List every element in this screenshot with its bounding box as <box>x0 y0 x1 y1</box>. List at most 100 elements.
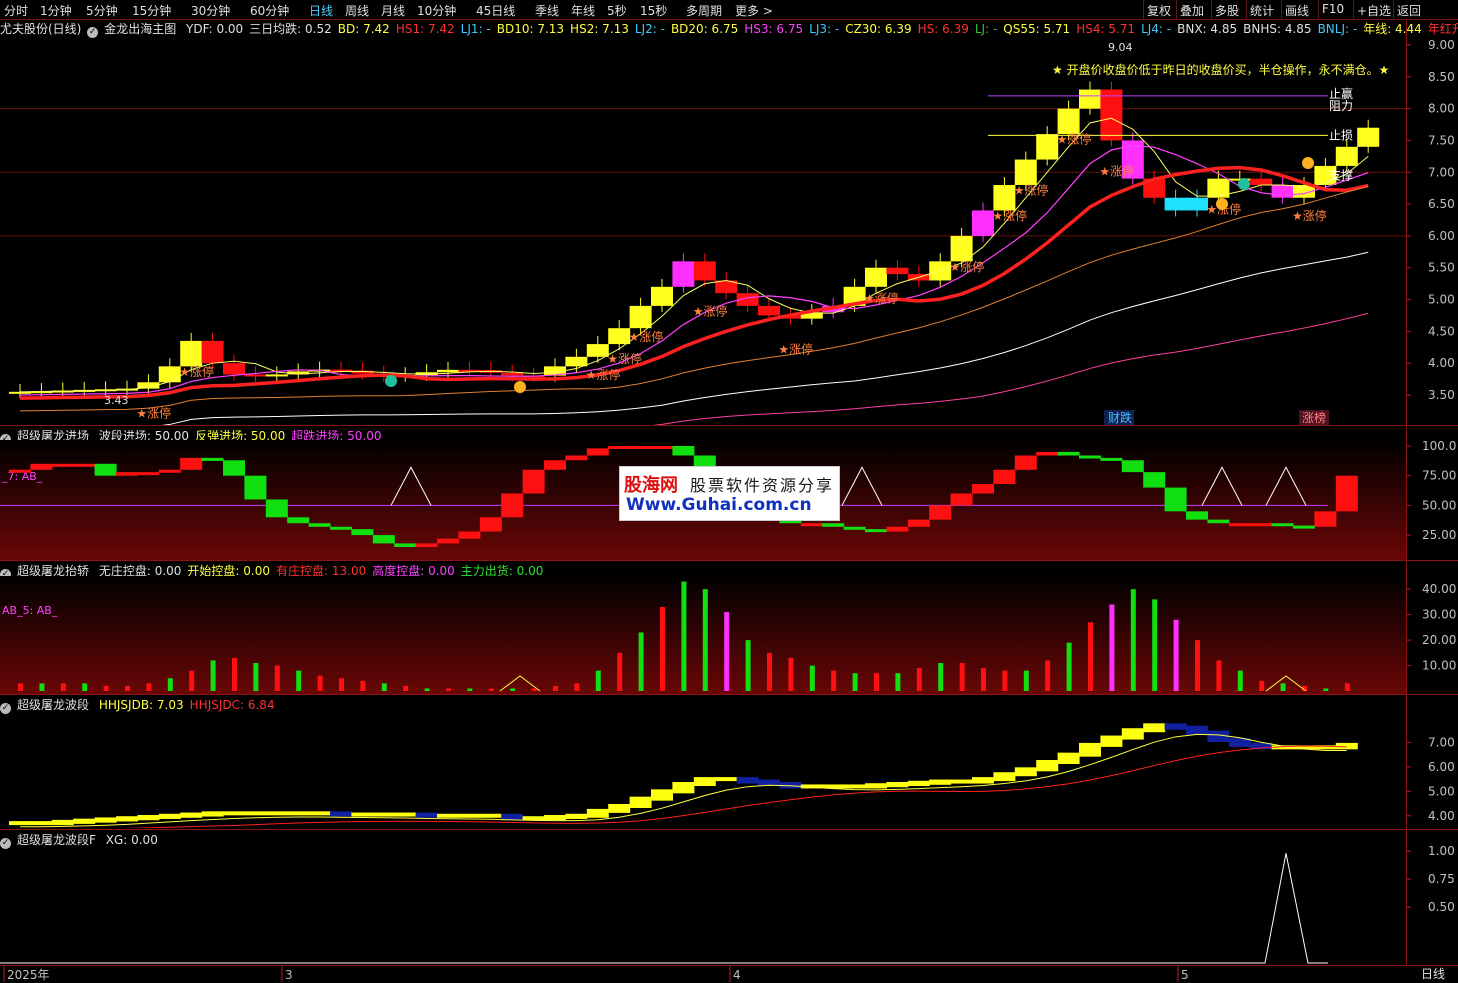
entry-bar[interactable] <box>1293 525 1315 529</box>
wave-bar[interactable] <box>244 811 267 816</box>
candle[interactable] <box>265 374 288 377</box>
signal-marker-icon[interactable] <box>385 375 397 387</box>
control-bar[interactable] <box>403 685 409 691</box>
wave-bar[interactable] <box>629 796 652 808</box>
control-bar[interactable] <box>702 589 708 691</box>
wave-bar[interactable] <box>651 789 673 801</box>
wave-bar[interactable] <box>308 811 331 816</box>
control-bar[interactable] <box>339 678 344 691</box>
period-tab[interactable]: 15秒 <box>640 2 667 19</box>
entry-bar[interactable] <box>993 469 1016 485</box>
wave-bar[interactable] <box>972 777 994 784</box>
entry-bar[interactable] <box>822 523 845 527</box>
stock-title[interactable]: 尤夫股份(日线) <box>0 22 81 36</box>
wave-bar[interactable] <box>1164 723 1187 730</box>
candle[interactable] <box>1164 197 1187 211</box>
entry-bar[interactable] <box>1079 455 1101 459</box>
control-bar[interactable] <box>103 685 109 691</box>
entry-bar[interactable] <box>158 469 181 473</box>
entry-bar[interactable] <box>886 526 909 532</box>
candle[interactable] <box>158 366 181 383</box>
entry-bar[interactable] <box>51 463 74 467</box>
wave-bar[interactable] <box>736 777 759 784</box>
control-bar[interactable] <box>531 688 537 691</box>
control-bar[interactable] <box>1066 642 1072 691</box>
control-bar[interactable] <box>1173 619 1179 691</box>
control-bar[interactable] <box>553 685 558 691</box>
control-bar[interactable] <box>510 688 516 691</box>
candle[interactable] <box>565 356 588 367</box>
entry-bar[interactable] <box>137 472 160 476</box>
wave-bar[interactable] <box>886 782 909 788</box>
entry-bar[interactable] <box>800 523 823 527</box>
entry-bar[interactable] <box>1207 519 1230 524</box>
entry-bar[interactable] <box>415 543 438 547</box>
signal-marker-icon[interactable] <box>1216 198 1228 210</box>
control-bar[interactable] <box>274 665 280 691</box>
entry-bar[interactable] <box>244 475 267 500</box>
period-tab[interactable]: 15分钟 <box>132 2 171 19</box>
wave-bar[interactable] <box>672 782 695 794</box>
wave-bar[interactable] <box>586 808 609 818</box>
wave-bar[interactable] <box>865 783 887 789</box>
main-indicator-name[interactable]: 金龙出海主图 <box>104 22 176 36</box>
period-tab[interactable]: 1分钟 <box>40 2 72 19</box>
signal-marker-icon[interactable] <box>514 381 526 393</box>
control-bar[interactable] <box>82 683 88 691</box>
period-tab[interactable]: 年线 <box>571 2 595 19</box>
control-bar[interactable] <box>1237 670 1243 691</box>
entry-bar[interactable] <box>265 499 288 518</box>
control-bar[interactable] <box>1002 670 1008 691</box>
period-tab-daily[interactable]: 日线 <box>1408 965 1458 983</box>
wave-bar[interactable] <box>330 811 352 817</box>
control-bar[interactable] <box>424 688 430 691</box>
control-bar[interactable] <box>1152 599 1158 691</box>
wave-bar[interactable] <box>1036 760 1059 772</box>
control-bar[interactable] <box>381 683 387 691</box>
control-bar[interactable] <box>1088 622 1093 691</box>
entry-bar[interactable] <box>522 469 545 494</box>
candle[interactable] <box>180 340 203 367</box>
wave-bar[interactable] <box>950 779 973 784</box>
entry-bar[interactable] <box>180 457 203 470</box>
wave-bar[interactable] <box>30 821 53 826</box>
control-bar[interactable] <box>574 683 580 691</box>
wave-bar[interactable] <box>1121 728 1144 740</box>
candle[interactable] <box>1036 134 1059 160</box>
control-indicator-chart[interactable]: 40.00 30.00 20.00 10.00 AB_5: AB_ <box>0 576 1458 694</box>
candle[interactable] <box>437 369 459 373</box>
wave-bar[interactable] <box>9 821 31 826</box>
candle[interactable] <box>886 267 909 275</box>
candle[interactable] <box>1100 89 1123 141</box>
control-bar[interactable] <box>767 652 772 691</box>
candle[interactable] <box>1357 127 1380 147</box>
toolbar-button[interactable]: +自选 <box>1357 2 1391 19</box>
control-bar[interactable] <box>681 581 687 691</box>
wave-bar[interactable] <box>1014 767 1037 777</box>
candle[interactable] <box>758 305 780 316</box>
entry-bar[interactable] <box>1164 487 1187 512</box>
wave-bar[interactable] <box>265 811 288 816</box>
wave-bar[interactable] <box>1143 723 1166 733</box>
control-bar[interactable] <box>1130 589 1136 691</box>
candle[interactable] <box>244 374 267 377</box>
control-bar[interactable] <box>1216 660 1222 691</box>
control-bar[interactable] <box>39 683 45 691</box>
entry-bar[interactable] <box>372 535 395 544</box>
control-bar[interactable] <box>253 663 259 691</box>
entry-bar[interactable] <box>1057 451 1080 456</box>
entry-bar[interactable] <box>651 446 673 449</box>
control-bar[interactable] <box>638 632 644 691</box>
control-bar[interactable] <box>595 670 601 691</box>
wave-bar[interactable] <box>94 817 117 823</box>
wave-bar[interactable] <box>693 777 716 786</box>
entry-bar[interactable] <box>907 519 930 527</box>
entry-bar[interactable] <box>394 543 417 547</box>
wave-bar[interactable] <box>287 811 310 816</box>
wave-bar[interactable] <box>1079 742 1101 757</box>
entry-bar[interactable] <box>950 493 973 506</box>
wave-bar[interactable] <box>608 804 631 813</box>
candle[interactable] <box>608 328 631 345</box>
wave-bar[interactable] <box>565 813 588 819</box>
entry-bar[interactable] <box>565 455 588 461</box>
